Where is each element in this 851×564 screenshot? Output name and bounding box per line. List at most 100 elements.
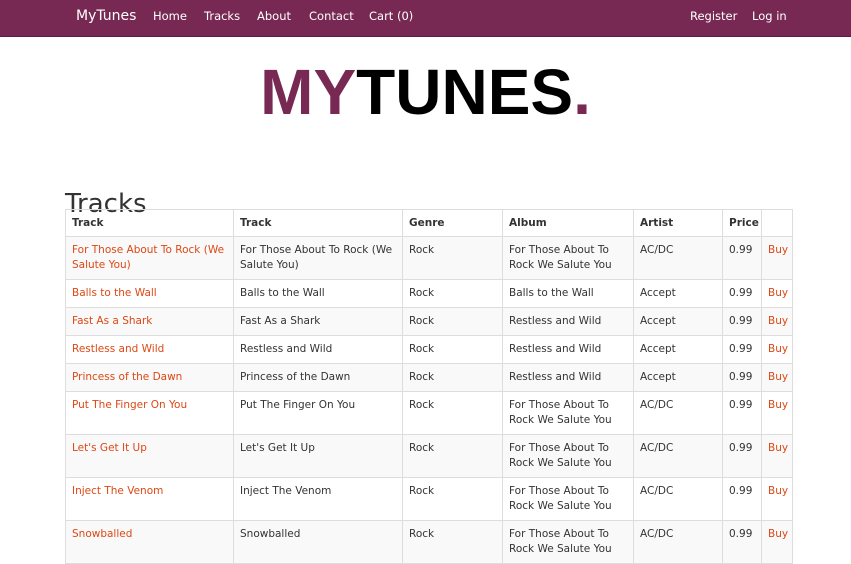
track-title-link[interactable]: Inject The Venom [72,485,163,497]
header-genre: Genre [402,209,503,237]
artist-cell: AC/DC [633,520,723,564]
genre-cell: Rock [402,363,503,392]
track-name-cell: Balls to the Wall [233,279,403,308]
album-cell: Restless and Wild [502,335,634,364]
artist-cell: Accept [633,335,723,364]
track-title-link[interactable]: Restless and Wild [72,343,164,355]
genre-cell: Rock [402,279,503,308]
buy-cell: Buy [761,236,793,280]
artist-cell: AC/DC [633,434,723,478]
album-cell: For Those About To Rock We Salute You [502,434,634,478]
album-cell: For Those About To Rock We Salute You [502,391,634,435]
track-title-link[interactable]: For Those About To Rock (We Salute You) [72,244,224,271]
header-actions [761,209,793,237]
artist-cell: Accept [633,307,723,336]
track-name-cell: Princess of the Dawn [233,363,403,392]
track-title-cell: Let's Get It Up [65,434,234,478]
track-title-link[interactable]: Princess of the Dawn [72,371,182,383]
buy-link[interactable]: Buy [768,244,788,256]
price-cell: 0.99 [722,335,762,364]
artist-cell: AC/DC [633,477,723,521]
nav-about[interactable]: About [257,0,291,36]
buy-link[interactable]: Buy [768,399,788,411]
tracks-table: Track Track Genre Album Artist Price For… [65,209,793,564]
price-cell: 0.99 [722,520,762,564]
logo-part-dot: . [573,56,591,128]
price-cell: 0.99 [722,307,762,336]
genre-cell: Rock [402,477,503,521]
track-name-cell: Snowballed [233,520,403,564]
header-price: Price [722,209,762,237]
brand-link[interactable]: MyTunes [76,0,136,36]
header-album: Album [502,209,634,237]
artist-cell: AC/DC [633,236,723,280]
track-title-link[interactable]: Fast As a Shark [72,315,152,327]
buy-cell: Buy [761,307,793,336]
buy-cell: Buy [761,363,793,392]
nav-cart[interactable]: Cart (0) [369,0,413,36]
track-title-cell: Put The Finger On You [65,391,234,435]
buy-link[interactable]: Buy [768,485,788,497]
price-cell: 0.99 [722,279,762,308]
logo-part-my: MY [260,56,357,128]
artist-cell: Accept [633,279,723,308]
nav-login[interactable]: Log in [752,0,787,36]
track-name-cell: Put The Finger On You [233,391,403,435]
track-title-cell: Restless and Wild [65,335,234,364]
track-title-cell: Snowballed [65,520,234,564]
buy-link[interactable]: Buy [768,528,788,540]
track-name-cell: Restless and Wild [233,335,403,364]
top-navbar: MyTunes Home Tracks About Contact Cart (… [0,0,851,37]
table-row: Fast As a Shark Fast As a Shark Rock Restle… [65,307,793,336]
track-title-link[interactable]: Put The Finger On You [72,399,187,411]
table-header-row: Track Track Genre Album Artist Price [65,209,793,237]
table-row: Princess of the Dawn Princess of the Dawn… [65,363,793,392]
header-track: Track [233,209,403,237]
table-row: For Those About To Rock (We Salute You) F… [65,236,793,280]
buy-cell: Buy [761,335,793,364]
album-cell: For Those About To Rock We Salute You [502,236,634,280]
nav-tracks[interactable]: Tracks [204,0,240,36]
track-title-link[interactable]: Let's Get It Up [72,442,147,454]
track-title-link[interactable]: Balls to the Wall [72,287,157,299]
buy-cell: Buy [761,477,793,521]
genre-cell: Rock [402,236,503,280]
buy-link[interactable]: Buy [768,315,788,327]
buy-link[interactable]: Buy [768,287,788,299]
buy-cell: Buy [761,434,793,478]
album-cell: For Those About To Rock We Salute You [502,477,634,521]
track-title-link[interactable]: Snowballed [72,528,132,540]
album-cell: For Those About To Rock We Salute You [502,520,634,564]
table-row: Put The Finger On You Put The Finger On Y… [65,391,793,435]
nav-contact[interactable]: Contact [309,0,354,36]
buy-cell: Buy [761,391,793,435]
price-cell: 0.99 [722,477,762,521]
buy-cell: Buy [761,520,793,564]
track-title-cell: Princess of the Dawn [65,363,234,392]
track-name-cell: For Those About To Rock (We Salute You) [233,236,403,280]
genre-cell: Rock [402,307,503,336]
table-row: Let's Get It Up Let's Get It Up Rock For Th… [65,434,793,478]
genre-cell: Rock [402,520,503,564]
buy-link[interactable]: Buy [768,343,788,355]
header-artist: Artist [633,209,723,237]
artist-cell: Accept [633,363,723,392]
nav-register[interactable]: Register [690,0,737,36]
price-cell: 0.99 [722,363,762,392]
album-cell: Restless and Wild [502,363,634,392]
logo-part-tunes: TUNES [356,56,574,128]
artist-cell: AC/DC [633,391,723,435]
buy-cell: Buy [761,279,793,308]
mytunes-logo: MYTUNES. [0,52,851,132]
buy-link[interactable]: Buy [768,371,788,383]
price-cell: 0.99 [722,236,762,280]
nav-home[interactable]: Home [153,0,187,36]
table-row: Balls to the Wall Balls to the Wall Rock Ba… [65,279,793,308]
header-track-link: Track [65,209,234,237]
album-cell: Restless and Wild [502,307,634,336]
track-title-cell: Inject The Venom [65,477,234,521]
table-row: Restless and Wild Restless and Wild Rock Re… [65,335,793,364]
track-title-cell: For Those About To Rock (We Salute You) [65,236,234,280]
buy-link[interactable]: Buy [768,442,788,454]
track-name-cell: Fast As a Shark [233,307,403,336]
